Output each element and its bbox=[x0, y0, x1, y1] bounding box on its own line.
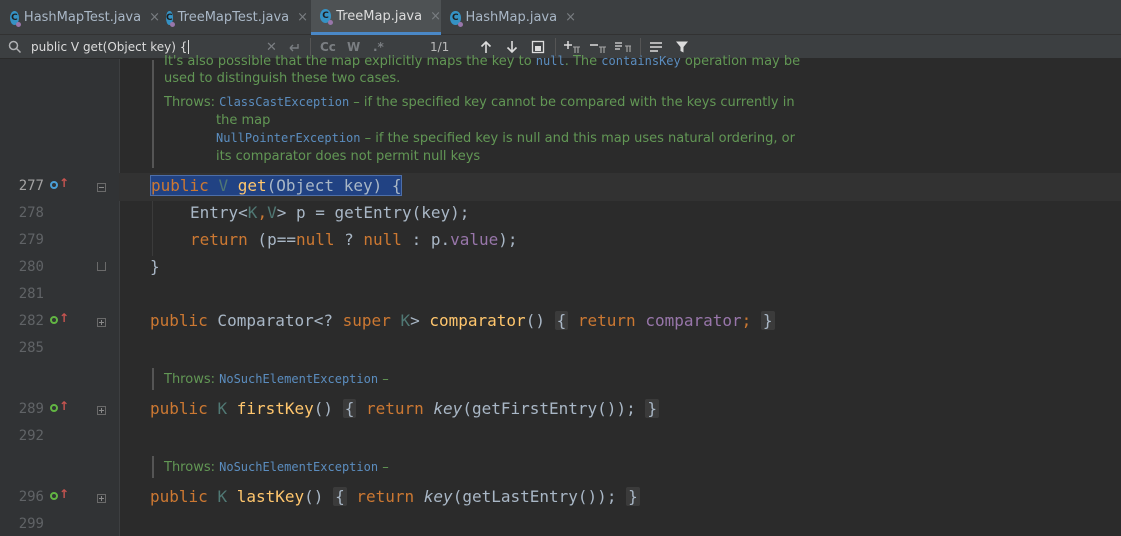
implements-method-icon[interactable]: ↑ bbox=[50, 311, 69, 329]
line-number: 296 bbox=[18, 489, 44, 505]
code-line[interactable]: public K lastKey() { return key(getLastE… bbox=[150, 487, 640, 506]
doc-text-line: its comparator does not permit null keys bbox=[216, 149, 481, 164]
close-icon[interactable]: × bbox=[297, 10, 308, 25]
folded-region[interactable]: } bbox=[626, 487, 640, 506]
tab-label: TreeMapTest.java bbox=[177, 10, 290, 25]
code-line[interactable]: Entry<K,V> p = getEntry(key); bbox=[190, 203, 469, 222]
code-line[interactable]: public K firstKey() { return key(getFirs… bbox=[150, 399, 659, 418]
search-match: public V get(Object key) { bbox=[150, 175, 403, 196]
search-input-value: public V get(Object key) { bbox=[31, 40, 188, 54]
code-line[interactable]: } bbox=[150, 257, 160, 276]
tab-hashmaptest[interactable]: C HashMapTest.java × bbox=[10, 0, 160, 35]
doc-exception-link[interactable]: NoSuchElementException bbox=[219, 460, 378, 474]
line-number: 285 bbox=[18, 340, 44, 356]
doc-text-line: used to distinguish these two cases. bbox=[164, 71, 401, 86]
fold-icon[interactable] bbox=[97, 183, 106, 192]
tab-label: TreeMap.java bbox=[336, 8, 423, 24]
tab-hashmap[interactable]: C HashMap.java × bbox=[446, 0, 576, 35]
expand-fold-icon[interactable] bbox=[97, 318, 106, 327]
folded-region[interactable]: { bbox=[333, 487, 347, 506]
doc-throws-line: NullPointerException – if the specified … bbox=[216, 131, 795, 146]
tab-treemaptest[interactable]: C TreeMapTest.java × bbox=[166, 0, 308, 35]
code-line[interactable]: public V get(Object key) { bbox=[150, 175, 403, 196]
folded-region[interactable]: { bbox=[342, 399, 357, 418]
expand-fold-icon[interactable] bbox=[97, 406, 106, 415]
editor-tab-bar: C HashMapTest.java × C TreeMapTest.java … bbox=[0, 0, 1121, 35]
code-line[interactable]: return (p==null ? null : p.value); bbox=[190, 230, 518, 249]
line-number: 277 bbox=[18, 178, 44, 194]
tab-label: HashMapTest.java bbox=[23, 10, 142, 25]
doc-text-line: the map bbox=[216, 113, 271, 128]
line-number: 278 bbox=[18, 205, 44, 221]
doc-throws-line: Throws: NoSuchElementException – bbox=[164, 460, 389, 475]
fold-end-icon[interactable] bbox=[97, 262, 106, 271]
expand-fold-icon[interactable] bbox=[97, 494, 106, 503]
code-line[interactable]: public Comparator<? super K> comparator(… bbox=[150, 311, 775, 330]
java-class-icon: C bbox=[166, 10, 175, 27]
doc-throws-line: Throws: NoSuchElementException – bbox=[164, 372, 389, 387]
folded-region[interactable]: } bbox=[760, 311, 775, 330]
line-number: 281 bbox=[18, 286, 44, 302]
doc-throws-line: Throws: ClassCastException – if the spec… bbox=[164, 95, 795, 110]
implements-method-icon[interactable]: ↑ bbox=[50, 487, 69, 505]
line-number: 280 bbox=[18, 259, 44, 275]
tab-treemap[interactable]: C TreeMap.java × bbox=[311, 0, 441, 35]
close-icon[interactable]: × bbox=[149, 10, 160, 25]
folded-region[interactable]: { bbox=[554, 311, 569, 330]
close-icon[interactable]: × bbox=[430, 9, 441, 24]
search-icon bbox=[8, 35, 22, 59]
tab-label: HashMap.java bbox=[465, 10, 558, 25]
implements-method-icon[interactable]: ↑ bbox=[50, 399, 69, 417]
folded-region[interactable]: } bbox=[645, 399, 659, 418]
line-number: 279 bbox=[18, 232, 44, 248]
doc-exception-link[interactable]: NoSuchElementException bbox=[219, 372, 378, 386]
overrides-method-icon[interactable]: ↑ bbox=[50, 176, 69, 194]
line-number: 299 bbox=[18, 516, 44, 532]
line-number: 282 bbox=[18, 313, 44, 329]
line-number: 292 bbox=[18, 428, 44, 444]
doc-exception-link[interactable]: ClassCastException bbox=[219, 95, 349, 109]
doc-text-line: It's also possible that the map explicit… bbox=[164, 54, 801, 69]
java-class-icon: C bbox=[320, 9, 334, 25]
doc-exception-link[interactable]: NullPointerException bbox=[216, 131, 361, 145]
line-number: 289 bbox=[18, 401, 44, 417]
java-class-icon: C bbox=[10, 10, 21, 27]
java-class-icon: C bbox=[450, 10, 462, 27]
close-icon[interactable]: × bbox=[565, 10, 576, 25]
